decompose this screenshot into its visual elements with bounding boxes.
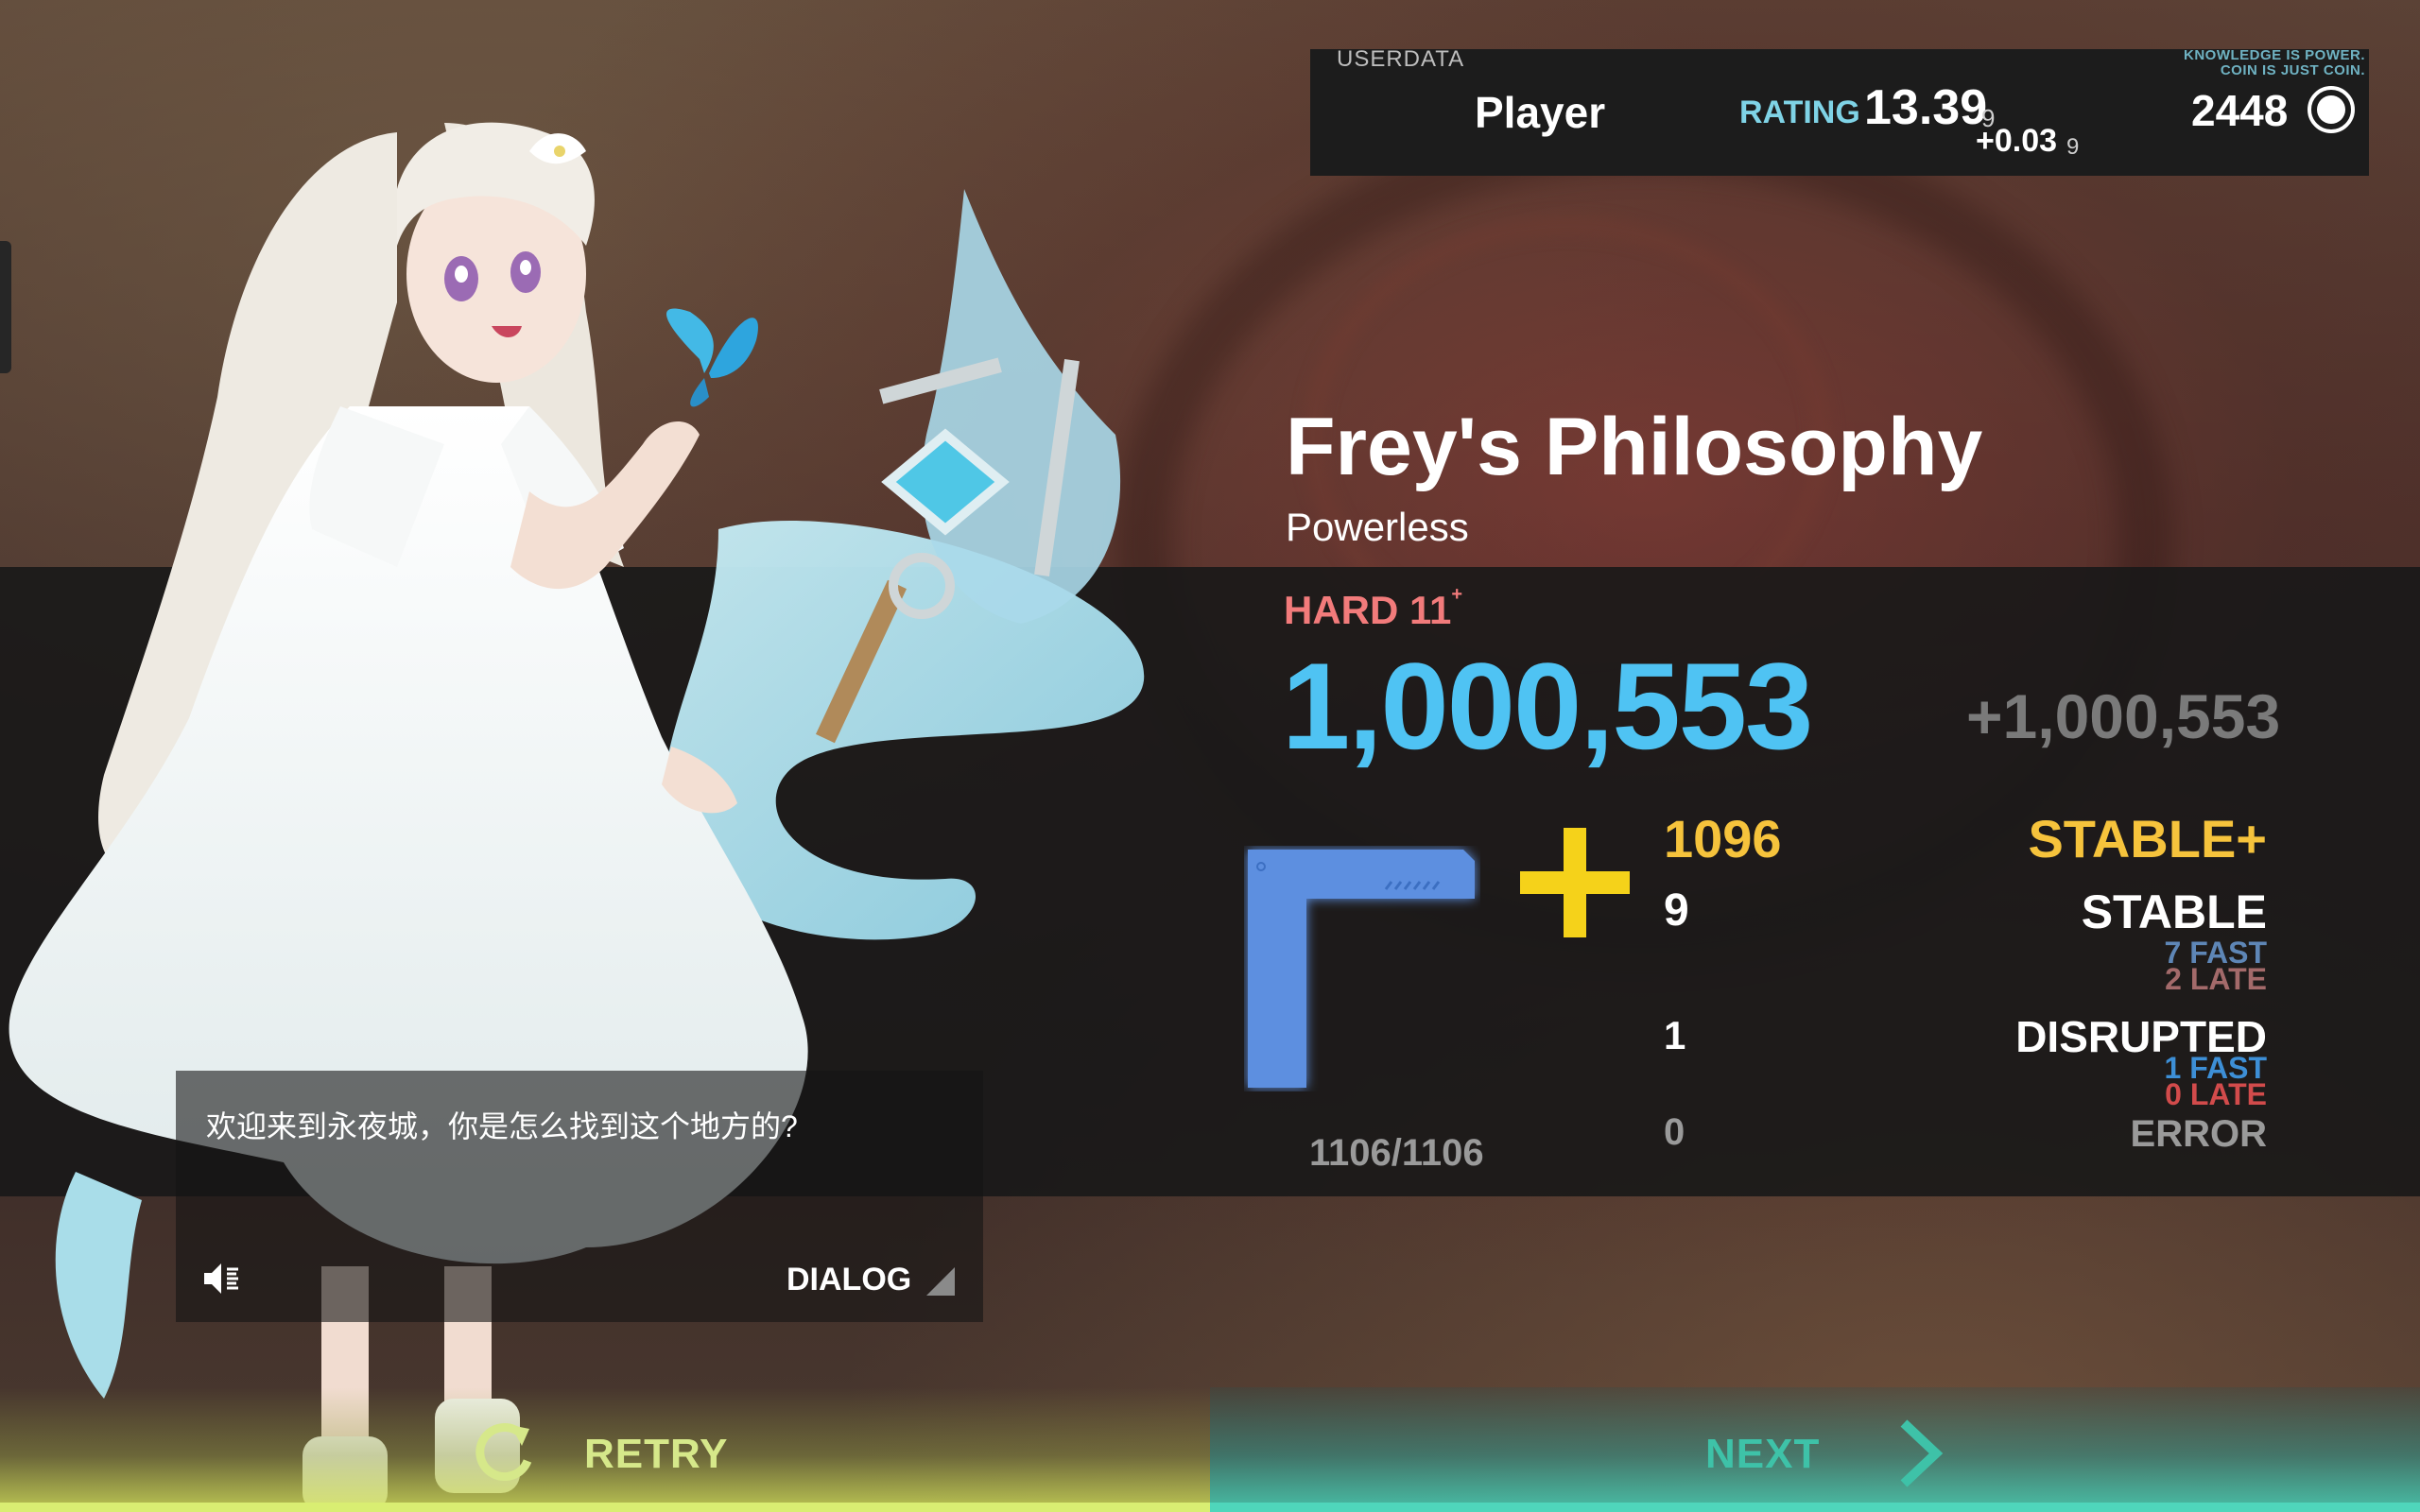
score-delta: +1,000,553 <box>1966 681 2281 751</box>
score-value: 1,000,553 <box>1282 637 1813 775</box>
dialog-button-label[interactable]: DIALOG <box>786 1262 911 1298</box>
song-title: Frey's Philosophy <box>1286 402 1983 492</box>
difficulty-label: HARD 11+ <box>1284 584 1462 633</box>
dialog-text: 欢迎来到永夜城，你是怎么找到这个地方的? <box>206 1109 798 1143</box>
plus-icon <box>1520 828 1630 937</box>
coin-icon <box>2308 86 2355 133</box>
error-count: 0 <box>1664 1111 1685 1153</box>
retry-button[interactable]: RETRY <box>0 1387 1210 1512</box>
notes-total: 1106/1106 <box>1309 1132 1484 1174</box>
error-label: ERROR <box>2130 1113 2267 1155</box>
motto-line-1: KNOWLEDGE IS POWER. <box>2183 47 2365 63</box>
dialog-corner-icon <box>926 1267 955 1296</box>
next-label: NEXT <box>1705 1431 1821 1477</box>
rating-delta: +0.03 <box>1976 123 2058 159</box>
retry-icon <box>475 1423 532 1481</box>
stable-plus-label: STABLE+ <box>2028 809 2267 868</box>
userdata-panel: USERDATA Player RATING 13.39 9 +0.03 9 K… <box>1310 46 2369 176</box>
motto-text: KNOWLEDGE IS POWER. COIN IS JUST COIN. <box>2184 48 2365 78</box>
stable-count: 9 <box>1664 885 1689 936</box>
difficulty-text: HARD 11 <box>1284 588 1452 632</box>
stable-label: STABLE <box>2081 885 2267 938</box>
song-artist: Powerless <box>1286 505 1469 549</box>
grade-icon <box>1248 850 1475 1088</box>
chevron-right-icon <box>1900 1419 1944 1487</box>
disrupted-count: 1 <box>1664 1013 1686 1057</box>
retry-label: RETRY <box>584 1431 729 1477</box>
dialog-box[interactable]: 欢迎来到永夜城，你是怎么找到这个地方的? DIALOG <box>176 1071 983 1322</box>
stable-plus-count: 1096 <box>1664 809 1782 868</box>
next-button[interactable]: NEXT <box>1210 1387 2420 1512</box>
rating-value: 13.39 <box>1864 80 1988 135</box>
userdata-label: USERDATA <box>1337 46 1465 72</box>
disrupted-late-label: 0 LATE <box>2165 1077 2267 1111</box>
speaker-muted-icon[interactable] <box>199 1256 244 1301</box>
player-name[interactable]: Player <box>1475 87 1605 138</box>
motto-line-2: COIN IS JUST COIN. <box>2220 62 2365 78</box>
coin-count: 2448 <box>2191 86 2289 135</box>
stable-late-label: 2 LATE <box>2165 962 2267 996</box>
rating-delta-suffix: 9 <box>2066 134 2080 160</box>
retry-underline <box>0 1503 1210 1512</box>
difficulty-plus: + <box>1451 584 1463 605</box>
rating-label: RATING <box>1739 94 1860 130</box>
next-underline <box>1210 1503 2420 1512</box>
